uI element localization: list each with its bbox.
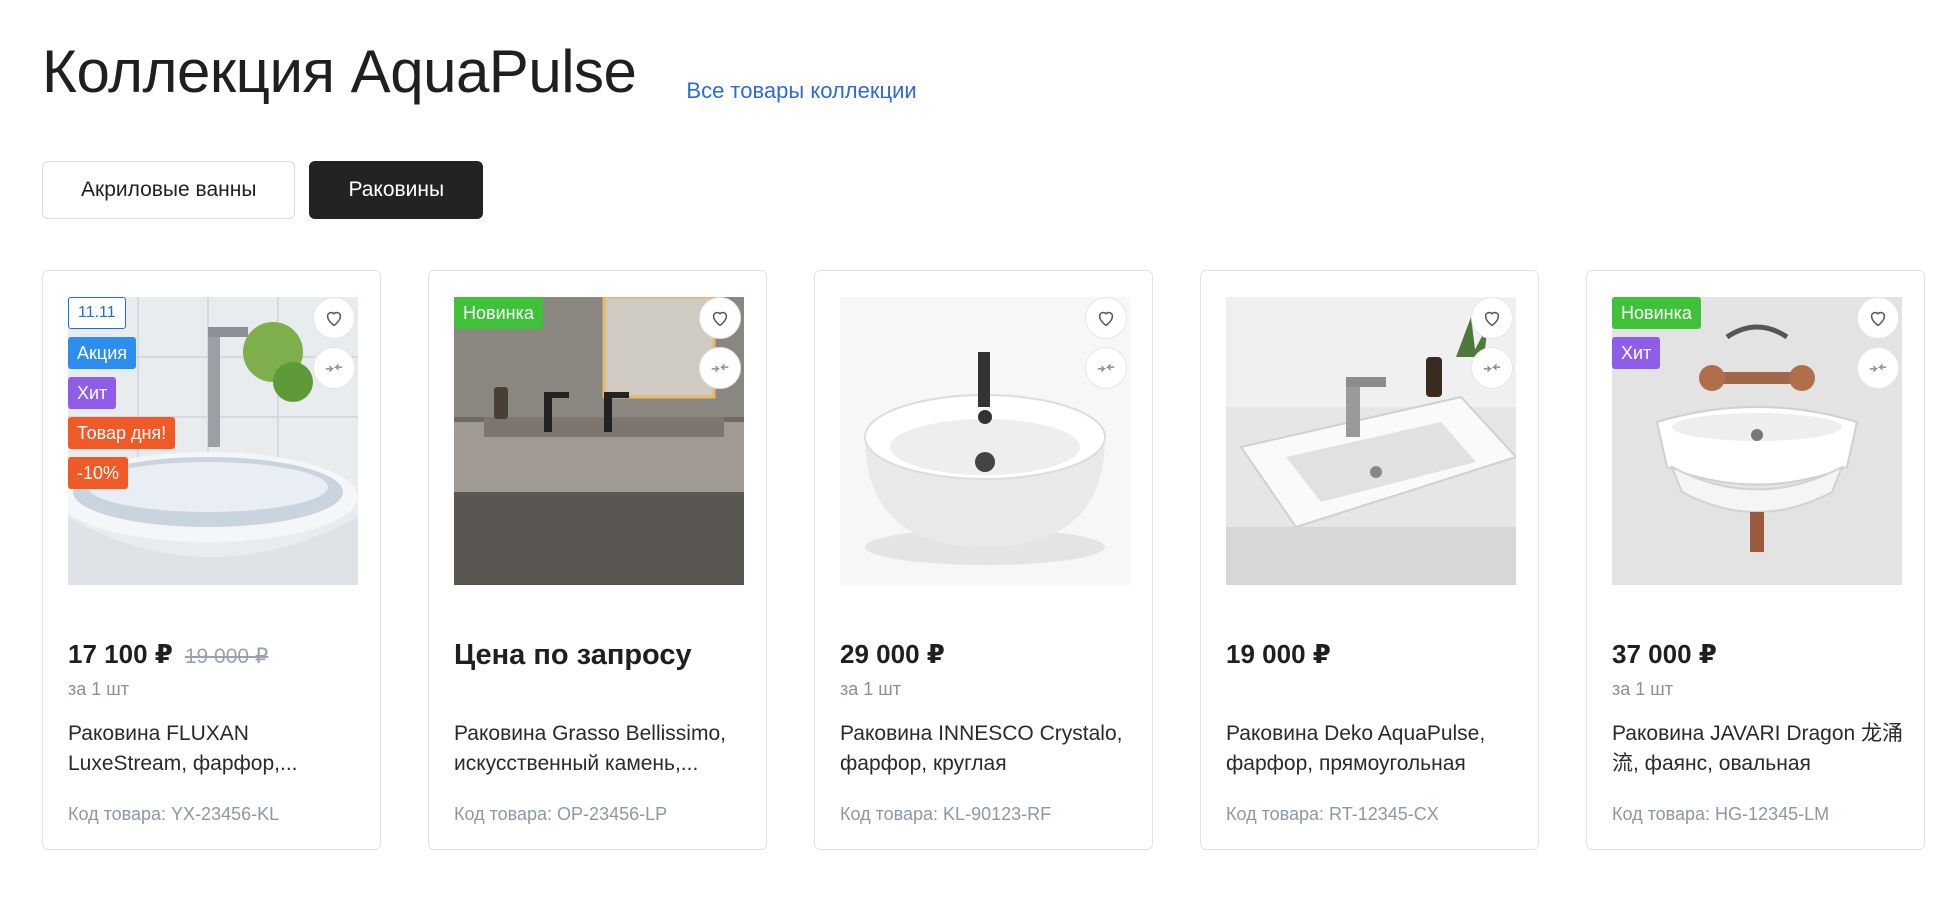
compare-button[interactable] bbox=[1857, 347, 1899, 389]
price-row: 37 000 ₽ bbox=[1612, 639, 1717, 670]
badge-deal-of-day: Товар дня! bbox=[68, 417, 176, 449]
badge-promo: Акция bbox=[68, 337, 136, 369]
price: 17 100 ₽ bbox=[68, 639, 173, 669]
product-code: Код товара: KL-90123-RF bbox=[840, 804, 1052, 824]
price-row: 17 100 ₽ 19 000 ₽ bbox=[68, 639, 268, 670]
badge-new: Новинка bbox=[454, 297, 543, 329]
badge-discount: -10% bbox=[68, 457, 129, 489]
product-name[interactable]: Раковина JAVARI Dragon 龙涌流, фаянс, оваль… bbox=[1612, 719, 1907, 779]
product-code: Код товара: OP-23456-LP bbox=[454, 804, 668, 824]
price: 19 000 ₽ bbox=[1226, 639, 1331, 669]
favorite-button[interactable] bbox=[1085, 297, 1127, 339]
product-badges: 11.11 Акция Хит Товар дня! -10% bbox=[68, 297, 176, 489]
product-badges: Новинка Хит bbox=[1612, 297, 1701, 369]
badge-sale-date: 11.11 bbox=[68, 297, 126, 329]
product-card[interactable]: Новинка Хит 37 000 ₽ за 1 шт Раковина JA… bbox=[1586, 270, 1925, 850]
price-row: 19 000 ₽ bbox=[1226, 639, 1331, 670]
product-badges: Новинка bbox=[454, 297, 543, 329]
compare-arrows-icon bbox=[1097, 363, 1115, 373]
product-name[interactable]: Раковина Deko AquaPulse, фарфор, прямоуг… bbox=[1226, 719, 1521, 779]
price-on-request: Цена по запросу bbox=[454, 639, 692, 671]
badge-hit: Хит bbox=[1612, 337, 1661, 369]
tab-acrylic-baths[interactable]: Акриловые ванны bbox=[42, 161, 296, 219]
product-card[interactable]: 29 000 ₽ за 1 шт Раковина INNESCO Crysta… bbox=[814, 270, 1153, 850]
all-collection-products-link[interactable]: Все товары коллекции bbox=[686, 78, 916, 104]
page-header: Коллекция AquaPulse Все товары коллекции bbox=[42, 30, 917, 114]
compare-arrows-icon bbox=[711, 363, 729, 373]
heart-icon bbox=[1870, 311, 1886, 327]
badge-hit: Хит bbox=[68, 377, 117, 409]
product-card[interactable]: Новинка Цена по запросу Раковина Grasso … bbox=[428, 270, 767, 850]
page-title: Коллекция AquaPulse bbox=[42, 38, 637, 105]
compare-button[interactable] bbox=[313, 347, 355, 389]
heart-icon bbox=[1484, 311, 1500, 327]
old-price: 19 000 ₽ bbox=[184, 645, 269, 668]
favorite-button[interactable] bbox=[1471, 297, 1513, 339]
tab-sinks[interactable]: Раковины bbox=[309, 161, 484, 219]
price-unit: за 1 шт bbox=[68, 679, 129, 699]
compare-button[interactable] bbox=[699, 347, 741, 389]
compare-button[interactable] bbox=[1085, 347, 1127, 389]
price: 29 000 ₽ bbox=[840, 639, 945, 669]
price: 37 000 ₽ bbox=[1612, 639, 1717, 669]
heart-icon bbox=[326, 311, 342, 327]
favorite-button[interactable] bbox=[1857, 297, 1899, 339]
price-unit: за 1 шт bbox=[840, 679, 901, 699]
heart-icon bbox=[1098, 311, 1114, 327]
product-image[interactable] bbox=[840, 297, 1130, 585]
product-name[interactable]: Раковина FLUXAN LuxeStream, фарфор,... bbox=[68, 719, 363, 779]
price-unit: за 1 шт bbox=[1612, 679, 1673, 699]
price-row: Цена по запросу bbox=[454, 639, 692, 672]
badge-new: Новинка bbox=[1612, 297, 1701, 329]
favorite-button[interactable] bbox=[699, 297, 741, 339]
product-name[interactable]: Раковина INNESCO Crystalo, фарфор, кругл… bbox=[840, 719, 1135, 779]
product-code: Код товара: YX-23456-KL bbox=[68, 804, 280, 824]
compare-arrows-icon bbox=[325, 363, 343, 373]
product-image[interactable] bbox=[454, 297, 744, 585]
compare-arrows-icon bbox=[1483, 363, 1501, 373]
compare-arrows-icon bbox=[1869, 363, 1887, 373]
product-code: Код товара: HG-12345-LM bbox=[1612, 804, 1830, 824]
product-code: Код товара: RT-12345-CX bbox=[1226, 804, 1439, 824]
heart-icon bbox=[712, 311, 728, 327]
compare-button[interactable] bbox=[1471, 347, 1513, 389]
product-card[interactable]: 19 000 ₽ Раковина Deko AquaPulse, фарфор… bbox=[1200, 270, 1539, 850]
category-tabs: Акриловые ванны Раковины bbox=[42, 161, 484, 219]
product-card[interactable]: 11.11 Акция Хит Товар дня! -10% 17 100 ₽… bbox=[42, 270, 381, 850]
product-image[interactable] bbox=[1226, 297, 1516, 585]
product-list: 11.11 Акция Хит Товар дня! -10% 17 100 ₽… bbox=[42, 270, 1925, 850]
product-name[interactable]: Раковина Grasso Bellissimo, искусственны… bbox=[454, 719, 749, 779]
price-row: 29 000 ₽ bbox=[840, 639, 945, 670]
favorite-button[interactable] bbox=[313, 297, 355, 339]
